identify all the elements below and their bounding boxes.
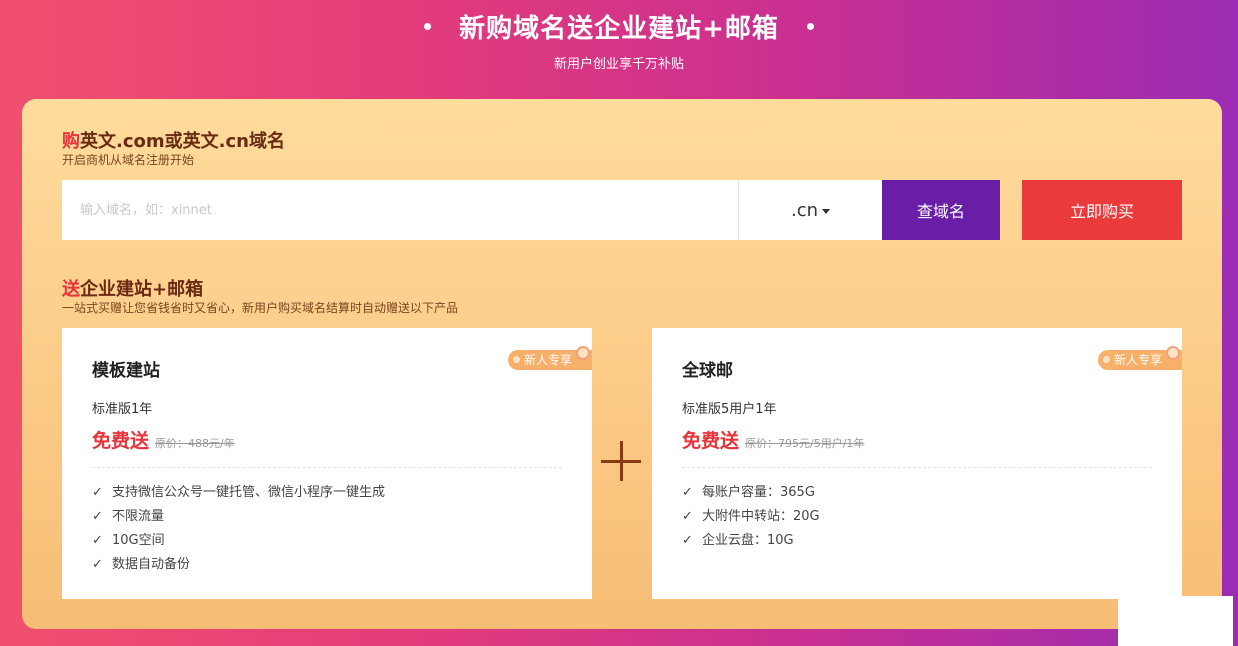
feature-item: ✓ 数据自动备份 [92, 553, 385, 577]
bullet-dot-icon [424, 23, 432, 30]
check-icon: ✓ [682, 485, 693, 500]
check-icon: ✓ [682, 509, 693, 524]
buy-section-subtitle: 开启商机从域名注册开始 [62, 153, 195, 167]
price-row: 免费送 原价：795元/5用户/1年 [682, 426, 864, 453]
feature-item: ✓ 10G空间 [92, 529, 385, 553]
check-icon: ✓ [682, 533, 693, 548]
bullet-dot-icon [806, 23, 814, 30]
promo-panel: 购英文.com或英文.cn域名 开启商机从域名注册开始 .cn 查域名 立即购买… [22, 99, 1222, 629]
check-icon: ✓ [92, 533, 103, 548]
tag-curl-icon [1166, 346, 1180, 360]
query-domain-button[interactable]: 查域名 [882, 180, 1000, 240]
corner-blank [1118, 596, 1233, 646]
domain-search-input[interactable] [62, 180, 738, 240]
tag-dot-icon [512, 356, 520, 363]
gift-section-title: 送企业建站+邮箱 [62, 279, 204, 300]
feature-item: ✓ 企业云盘：10G [682, 529, 820, 553]
feature-list: ✓ 支持微信公众号一键托管、微信小程序一键生成 ✓ 不限流量 ✓ 10G空间 ✓ 数据自… [92, 481, 385, 577]
card-title: 模板建站 [92, 361, 160, 381]
card-divider [92, 467, 562, 468]
check-icon: ✓ [92, 485, 103, 500]
plus-icon [601, 441, 641, 481]
new-user-tag: 新人专享 [507, 346, 592, 370]
feature-list: ✓ 每账户容量：365G ✓ 大附件中转站：20G ✓ 企业云盘：10G [682, 481, 820, 553]
card-divider [682, 467, 1152, 468]
feature-item: ✓ 不限流量 [92, 505, 385, 529]
card-spec: 标准版1年 [92, 402, 153, 417]
gift-section-subtitle: 一站式买赠让您省钱省时又省心，新用户购买域名结算时自动赠送以下产品 [62, 301, 459, 315]
domain-search-bar: .cn 查域名 立即购买 [62, 180, 1182, 240]
buy-section-title: 购英文.com或英文.cn域名 [62, 131, 285, 152]
banner-subtitle: 新用户创业享千万补贴 [553, 57, 684, 72]
check-icon: ✓ [92, 557, 103, 572]
card-title: 全球邮 [682, 361, 733, 381]
domain-suffix-select[interactable]: .cn [738, 180, 882, 240]
site-builder-card: 新人专享 模板建站 标准版1年 免费送 原价：488元/年 ✓ 支持微信公众号一键托… [62, 328, 592, 599]
original-price: 原价：795元/5用户/1年 [745, 437, 865, 450]
banner-title: 新购域名送企业建站+邮箱 [0, 8, 1238, 45]
check-icon: ✓ [92, 509, 103, 524]
global-mail-card: 新人专享 全球邮 标准版5用户1年 免费送 原价：795元/5用户/1年 ✓ 每账户… [652, 328, 1182, 599]
feature-item: ✓ 支持微信公众号一键托管、微信小程序一键生成 [92, 481, 385, 505]
free-label: 免费送 [92, 430, 150, 452]
price-row: 免费送 原价：488元/年 [92, 426, 235, 453]
feature-item: ✓ 大附件中转站：20G [682, 505, 820, 529]
card-spec: 标准版5用户1年 [682, 402, 777, 417]
caret-down-icon [822, 208, 831, 214]
original-price: 原价：488元/年 [155, 437, 235, 450]
new-user-tag: 新人专享 [1097, 346, 1182, 370]
buy-now-button[interactable]: 立即购买 [1022, 180, 1182, 240]
tag-dot-icon [1102, 356, 1110, 363]
free-label: 免费送 [682, 430, 740, 452]
banner-title-text: 新购域名送企业建站+邮箱 [459, 14, 779, 44]
tag-curl-icon [576, 346, 590, 360]
feature-item: ✓ 每账户容量：365G [682, 481, 820, 505]
